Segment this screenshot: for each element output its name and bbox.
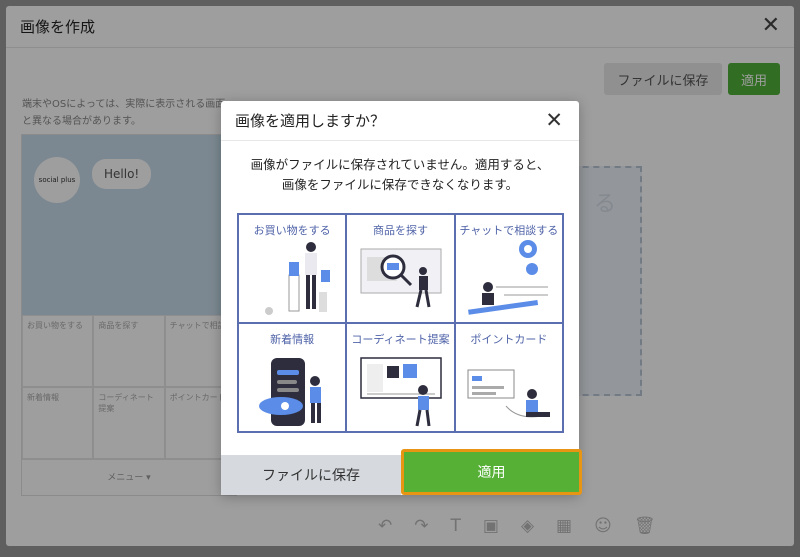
close-icon[interactable]: ✕ bbox=[545, 110, 563, 131]
apply-button[interactable]: 適用 bbox=[401, 449, 582, 495]
tile-coordinate: コーディネート提案 bbox=[346, 323, 455, 432]
tile-shopping: お買い物をする bbox=[238, 214, 347, 323]
tile-chat: チャットで相談する bbox=[454, 214, 563, 323]
modal-title: 画像を適用しますか？ bbox=[221, 101, 579, 141]
tile-pointcard: ポイントカード bbox=[454, 323, 563, 432]
rich-menu-image: お買い物をする 商品を探す チャットで相談する 新着情報 コーディネート提案 ポ… bbox=[237, 213, 564, 433]
save-to-file-button[interactable]: ファイルに保存 bbox=[221, 455, 401, 495]
coordinate-illustration bbox=[360, 357, 443, 427]
tile-search: 商品を探す bbox=[346, 214, 455, 323]
tile-news: 新着情報 bbox=[238, 323, 347, 432]
pointcard-illustration bbox=[467, 369, 550, 418]
modal-footer: ファイルに保存 適用 bbox=[221, 449, 582, 495]
search-illustration bbox=[360, 248, 442, 308]
modal-message: 画像がファイルに保存されていません。適用すると、 画像をファイルに保存できなくな… bbox=[250, 157, 550, 192]
shopping-illustration bbox=[265, 242, 330, 315]
news-illustration bbox=[259, 358, 321, 426]
chat-illustration bbox=[467, 240, 548, 315]
apply-confirm-modal: 画像を適用しますか？ ✕ 画像がファイルに保存されていません。適用すると、 画像… bbox=[221, 101, 582, 495]
